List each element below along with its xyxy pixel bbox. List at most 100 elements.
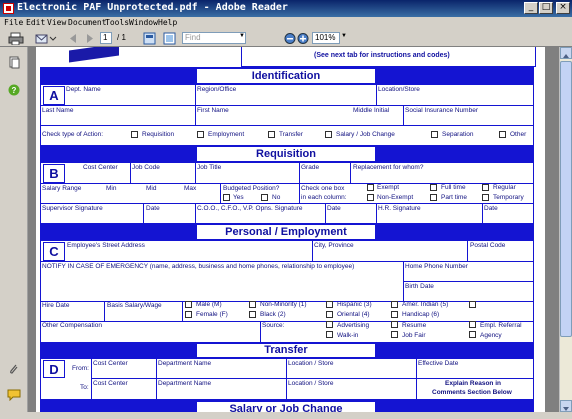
label-female: Female (F) [196,311,228,318]
document-area[interactable]: (See next tab for instructions and codes… [28,47,559,412]
label-regular: Regular [493,184,516,191]
checkbox-budgeted-yes[interactable] [223,194,230,201]
label-birth-date: Birth Date [405,283,434,290]
checkbox-walk-in[interactable] [326,331,333,338]
checkbox-non-minority[interactable] [249,301,256,308]
zoom-in-icon[interactable] [297,32,309,45]
label-date-supervisor: Date [146,205,160,212]
checkbox-employment[interactable] [197,131,204,138]
chevron-down-icon[interactable]: ▼ [239,33,245,39]
label-to-department: Department Name [158,380,212,387]
checkbox-transfer[interactable] [268,131,275,138]
divider [325,203,326,223]
divider [130,163,131,183]
menu-document[interactable]: Document [68,18,107,27]
checkbox-temporary[interactable] [482,194,489,201]
checkbox-oriental[interactable] [326,311,333,318]
divider [40,203,534,204]
checkbox-resume[interactable] [391,321,398,328]
checkbox-salary-job-change[interactable] [325,131,332,138]
checkbox-requisition[interactable] [131,131,138,138]
menu-window[interactable]: Window [129,18,158,27]
label-temporary: Temporary [493,194,524,201]
label-hr-signature: H.R. Signature [378,205,421,212]
label-home-phone: Home Phone Number [405,263,468,270]
label-date-coo: Date [327,205,341,212]
label-check-type: Check type of Action: [42,131,104,138]
label-salary-job-change: Salary / Job Change [336,131,395,138]
menu-tools[interactable]: Tools [105,18,129,27]
checkbox-regular[interactable] [482,184,489,191]
checkbox-part-time[interactable] [430,194,437,201]
menu-help[interactable]: Help [158,18,177,27]
header-note: (See next tab for instructions and codes… [314,52,450,59]
label-cost-center: Cost Center [83,164,118,171]
label-dept-name: Dept. Name [66,86,101,93]
label-explain-reason: Explain Reason in [445,380,501,387]
label-sin: Social Insurance Number [405,107,478,114]
pages-icon[interactable] [9,56,20,69]
checkbox-advertising[interactable] [326,321,333,328]
attachment-icon[interactable] [8,362,20,374]
checkbox-full-time[interactable] [430,184,437,191]
scroll-up-icon[interactable] [560,47,572,59]
menu-file[interactable]: File [4,18,23,27]
checkbox-handicap[interactable] [391,311,398,318]
divider [299,163,300,183]
comments-icon[interactable] [7,388,21,402]
divider [467,241,468,261]
scroll-down-icon[interactable] [560,400,572,412]
label-to-cost-center: Cost Center [93,380,128,387]
close-button[interactable]: × [556,2,570,14]
checkbox-hispanic[interactable] [326,301,333,308]
checkbox-separation[interactable] [431,131,438,138]
zoom-out-icon[interactable] [284,32,296,45]
page-number-input[interactable]: 1 [100,32,112,44]
divider [403,281,534,282]
email-icon[interactable] [35,32,57,45]
section-letter-d: D [43,360,65,378]
checkbox-extra[interactable] [469,301,476,308]
menu-edit[interactable]: Edit [26,18,45,27]
label-separation: Separation [442,131,474,138]
section-title-requisition: Requisition [197,147,375,161]
maximize-button[interactable]: □ [539,2,553,14]
help-icon[interactable]: ? [8,83,20,96]
label-region-office: Region/Office [197,86,237,93]
checkbox-non-exempt[interactable] [367,194,374,201]
label-part-time: Part time [441,194,468,201]
label-salary-range: Salary Range [42,185,82,192]
checkbox-black[interactable] [249,311,256,318]
divider [403,105,404,125]
checkbox-budgeted-no[interactable] [261,194,268,201]
divider [312,241,313,261]
single-page-view-icon[interactable] [142,32,158,45]
vertical-scrollbar[interactable] [559,47,572,412]
zoom-level-input[interactable]: 101% [312,32,340,44]
fit-page-icon[interactable] [162,32,178,45]
checkbox-exempt[interactable] [367,184,374,191]
label-hispanic: Hispanic (3) [337,301,372,308]
scroll-thumb[interactable] [560,61,572,337]
previous-page-icon[interactable] [66,32,82,45]
checkbox-agency[interactable] [469,331,476,338]
checkbox-amer-indian[interactable] [391,301,398,308]
checkbox-job-fair[interactable] [391,331,398,338]
checkbox-female[interactable] [185,311,192,318]
menu-view[interactable]: View [47,18,66,27]
divider [40,261,534,262]
next-page-icon[interactable] [82,32,98,45]
checkbox-other[interactable] [499,131,506,138]
minimize-button[interactable]: _ [524,2,538,14]
label-agency: Agency [480,332,502,339]
label-supervisor-signature: Supervisor Signature [42,205,103,212]
zoom-chevron-down-icon[interactable]: ▼ [341,33,347,39]
checkbox-male[interactable] [185,301,192,308]
print-icon[interactable] [8,32,24,46]
checkbox-empl-referral[interactable] [469,321,476,328]
section-title-salary-job-change: Salary or Job Change [197,402,375,412]
divider [195,105,196,125]
label-budgeted-position: Budgeted Position? [223,185,280,192]
label-other-compensation: Other Compensation [42,322,102,329]
find-input[interactable]: Find [182,32,246,44]
